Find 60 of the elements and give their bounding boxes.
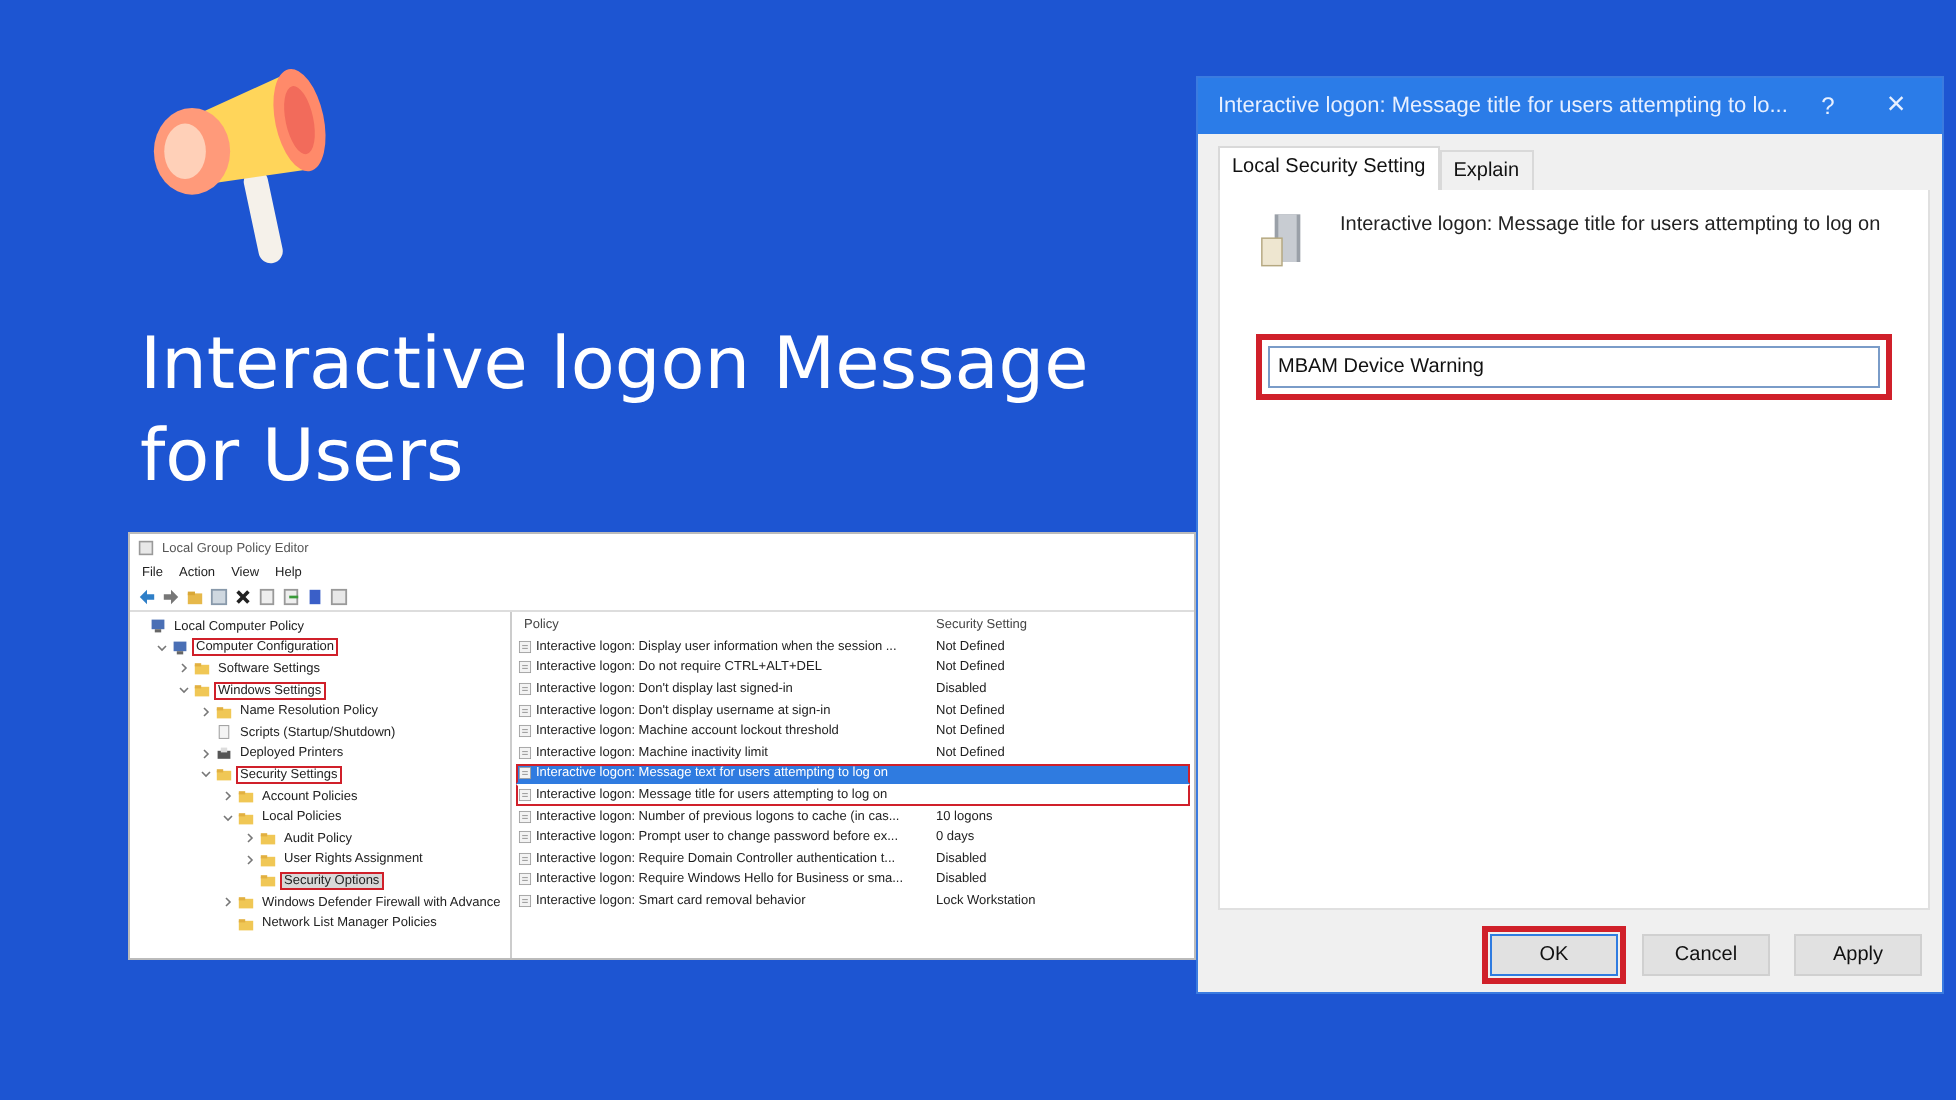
- delete-icon[interactable]: [234, 588, 252, 606]
- server-icon: [1260, 210, 1304, 270]
- caret-icon[interactable]: [178, 684, 190, 697]
- folder-icon: [260, 872, 276, 889]
- folder-icon: [238, 915, 254, 932]
- policy-icon: [518, 660, 532, 675]
- folder-icon: [260, 851, 276, 868]
- folder-icon: [216, 703, 232, 720]
- dialog-button[interactable]: Apply: [1794, 934, 1922, 976]
- tab[interactable]: Explain: [1439, 150, 1534, 190]
- setting-description: Interactive logon: Message title for users attempting to log on: [1340, 214, 1881, 236]
- folder-icon: [216, 766, 232, 783]
- policy-icon: [518, 745, 532, 760]
- back-icon[interactable]: [138, 588, 156, 606]
- dialog-button[interactable]: OK: [1490, 934, 1618, 976]
- tab[interactable]: Local Security Setting: [1218, 146, 1440, 190]
- dialog-title: Interactive logon: Message title for users attempting to lo...: [1218, 94, 1790, 118]
- export-icon[interactable]: [282, 588, 300, 606]
- policy-icon: [518, 872, 532, 887]
- headline: Interactive logon Message for Users: [140, 322, 1091, 502]
- folder-icon: [238, 788, 254, 805]
- panel-icon[interactable]: [210, 588, 228, 606]
- policy-icon: [518, 703, 532, 718]
- policy-icon: [518, 809, 532, 824]
- forward-icon[interactable]: [162, 588, 180, 606]
- printer-icon: [216, 745, 232, 762]
- help-button[interactable]: ?: [1794, 92, 1862, 120]
- caret-icon[interactable]: [178, 662, 190, 675]
- folder-icon: [260, 830, 276, 847]
- caret-icon[interactable]: [200, 747, 212, 760]
- policy-icon: [518, 893, 532, 908]
- dialog-button[interactable]: Cancel: [1642, 934, 1770, 976]
- caret-icon[interactable]: [244, 832, 256, 845]
- folder-icon: [238, 809, 254, 826]
- policy-icon: [518, 851, 532, 866]
- help-icon[interactable]: [306, 588, 324, 606]
- view-icon[interactable]: [330, 588, 348, 606]
- policy-icon: [518, 766, 532, 781]
- caret-icon[interactable]: [200, 705, 212, 718]
- computer-icon: [150, 618, 166, 635]
- close-button[interactable]: ×: [1862, 88, 1930, 124]
- document-icon: [216, 724, 232, 741]
- properties-icon[interactable]: [258, 588, 276, 606]
- policy-icon: [518, 724, 532, 739]
- caret-icon[interactable]: [222, 811, 234, 824]
- caret-icon[interactable]: [156, 641, 168, 654]
- computer-icon: [172, 639, 188, 656]
- policy-icon: [518, 830, 532, 845]
- app-icon: [138, 540, 154, 556]
- caret-icon[interactable]: [200, 768, 212, 781]
- policy-icon: [518, 681, 532, 696]
- caret-icon[interactable]: [222, 896, 234, 909]
- caret-icon[interactable]: [244, 853, 256, 866]
- input-field[interactable]: MBAM Device Warning: [1268, 346, 1880, 388]
- caret-icon[interactable]: [222, 790, 234, 803]
- folder-icon: [194, 682, 210, 699]
- folder-icon: [194, 660, 210, 677]
- policy-icon: [518, 639, 532, 654]
- folder-icon: [238, 894, 254, 911]
- policy-icon: [518, 787, 532, 802]
